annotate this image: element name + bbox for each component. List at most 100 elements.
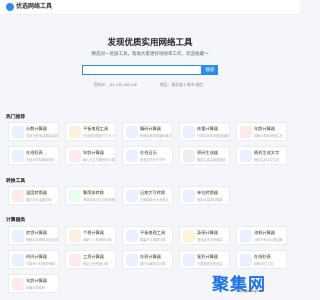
tool-card-title: 年龄计算器 [83,150,104,155]
tool-card[interactable]: 存款计算器银行存款利息计算 [122,250,173,269]
tool-card-desc: 税后工资快速计算 [83,262,109,266]
hero-title: 发现优质实用网络工具 [107,37,193,47]
tool-card[interactable]: 油耗计算器计算汽车百公里油耗 [236,226,287,245]
tool-card-desc: 屏幕尺寸换算计算 [140,238,166,242]
tool-card-title: 复利计算器 [197,254,218,259]
tool-card[interactable]: 日期大写转换 日期转换为大写格式 [122,186,173,205]
tool-card-title: 工资计算器 [83,254,104,259]
ip-label: 您的IP：111.192.188.146 [94,83,137,87]
tool-card-title: 随机生成文字 [254,150,280,155]
calendar-icon [240,126,252,138]
top-bar: 优选网络工具 [0,0,300,15]
tool-card-title: 平板电视工具 [140,230,166,235]
tool-card-desc: 随机生成高强度密码 [197,158,226,162]
tool-card-desc: 摄氏华氏温度互转 [26,198,52,202]
tool-card-title: 体重计算器 [197,126,218,131]
tool-card[interactable]: 单位转换器 常用计量单位换算 [179,186,230,205]
tool-card[interactable]: 编码计算器快速转换常用编码格式 [122,122,173,141]
tool-card[interactable]: 个税计算器最新个人所得税计算 [65,226,116,245]
tool-card-desc: 常用计量单位换算 [197,198,223,202]
logo-icon[interactable] [6,3,14,11]
deposit-icon [126,254,138,266]
tool-card[interactable]: 在线秒表 在线计时精确到毫秒 [8,146,59,165]
tool-card-title: 年龄计算器 [254,126,275,131]
tool-card-title: 时间计算器 [26,254,47,259]
search-input[interactable] [82,65,202,75]
date-icon [126,190,138,202]
tool-card[interactable]: 工资计算器税后工资快速计算 [65,250,116,269]
tool-card-title: 密码生成器 [197,150,218,155]
tool-card[interactable]: 分数计算器支持分数加减乘除运算 [8,122,59,141]
tool-card-title: 编码计算器 [140,126,161,131]
tool-card-desc: 快速转换常用编码格式 [140,134,172,138]
tool-card-title: 在线秒表 [254,254,271,259]
tool-card-desc: 在线检测电视尺寸大小 [83,134,115,138]
tool-card[interactable]: 平板电视工具在线检测电视尺寸大小 [65,122,116,141]
tool-card[interactable]: 身高计算器预测孩子未来身高 [179,226,230,245]
tool-card-desc: 计算标准体重健康指数 [197,134,229,138]
tool-card-desc: 日期转换为大写格式 [140,198,169,202]
thermometer-icon [12,190,24,202]
tool-card-desc: 输入出生日期即可计算 [83,158,115,162]
search-button[interactable]: 搜索 [202,65,218,75]
tool-card-desc: 预测孩子未来身高 [197,238,223,242]
brand-name[interactable]: 优选网络工具 [16,2,52,12]
house-icon [12,230,24,242]
stopwatch-icon [12,150,24,162]
tool-card-title: 分数计算器 [26,126,47,131]
tv-icon [69,126,81,138]
watermark-url: www.jijiwang.com [236,289,265,293]
tool-card[interactable]: 体重计算器计算标准体重健康指数 [179,122,230,141]
location-label: 地区：湖北省十堰市 电信 [160,83,203,87]
tool-card[interactable]: 在线秒表精确计时工具 [236,250,287,269]
tool-card-title: 个税计算器 [83,230,104,235]
tool-card-title: 繁简体转换 [83,190,104,195]
tool-card[interactable]: 平板电视工具 屏幕尺寸换算计算 [122,226,173,245]
tool-card[interactable]: 密码生成器随机生成高强度密码 [179,146,230,165]
random-icon [240,150,252,162]
tool-card-title: 在线秒表 [26,150,43,155]
tool-card-title: 房贷计算器 [26,230,47,235]
calendar-grid-icon [126,150,138,162]
section-title-calculators: 计算器类 [6,218,26,223]
tool-card[interactable]: 温度转换器摄氏华氏温度互转 [8,186,59,205]
tool-card[interactable]: 房贷计算器等额本息等额本金计算 [8,226,59,245]
tool-card-desc: 等额本息等额本金计算 [26,238,58,242]
tool-card-desc: 最新个人所得税计算 [83,238,112,242]
tool-card-desc: 计算两个时间的间隔 [26,262,55,266]
wage-icon [69,254,81,266]
tool-card[interactable]: 时间计算器计算两个时间的间隔 [8,250,59,269]
tool-card-title: 年龄计算器 [26,278,47,283]
tool-card[interactable]: 年龄计算器输入出生日期即可计算 [65,146,116,165]
tool-card-title: 温度转换器 [26,190,47,195]
tool-card-desc: 精确计算年龄 [26,286,46,290]
tool-card[interactable]: 繁简体转换简体繁体中文互相转换 [65,186,116,205]
tool-card[interactable]: 随机生成文字 随机生成中文汉字 [236,146,287,165]
tv-icon [126,230,138,242]
tool-card-desc: 精确计时工具 [254,262,274,266]
tool-card-desc: 计算投资复利收益 [197,262,223,266]
scale-icon [183,126,195,138]
tool-card-desc: 简体繁体中文互相转换 [83,198,115,202]
tool-card[interactable]: 复利计算器计算投资复利收益 [179,250,230,269]
tool-card-title: 身高计算器 [197,230,218,235]
tool-card-title: 在线日历 [140,150,157,155]
tool-card-title: 平板电视工具 [83,126,109,131]
tool-card-title: 油耗计算器 [254,230,275,235]
convert-icon [183,190,195,202]
tool-card-title: 存款计算器 [140,254,161,259]
tax-icon [69,230,81,242]
calendar-icon [12,278,24,290]
tool-card-desc: 银行存款利息计算 [140,262,166,266]
stopwatch-icon [240,254,252,266]
text-icon [69,190,81,202]
tool-card-desc: 计算汽车百公里油耗 [254,238,283,242]
section-title-convert: 转换工具 [6,179,26,184]
tool-card-desc: 随机生成中文汉字 [254,158,280,162]
hero-subtitle: 精选对一优质工具，帮助大家更好地效率工作，欢迎收藏～ [91,51,209,56]
tool-card[interactable]: 在线日历 查看农历节日节气 [122,146,173,165]
tool-card[interactable]: 年龄计算器 精确计算年龄和生日 [236,122,287,141]
tool-card-title: 日期大写转换 [140,190,166,195]
tool-card-desc: 支持分数加减乘除运算 [26,134,58,138]
tool-card[interactable]: 年龄计算器精确计算年龄 [8,274,59,293]
